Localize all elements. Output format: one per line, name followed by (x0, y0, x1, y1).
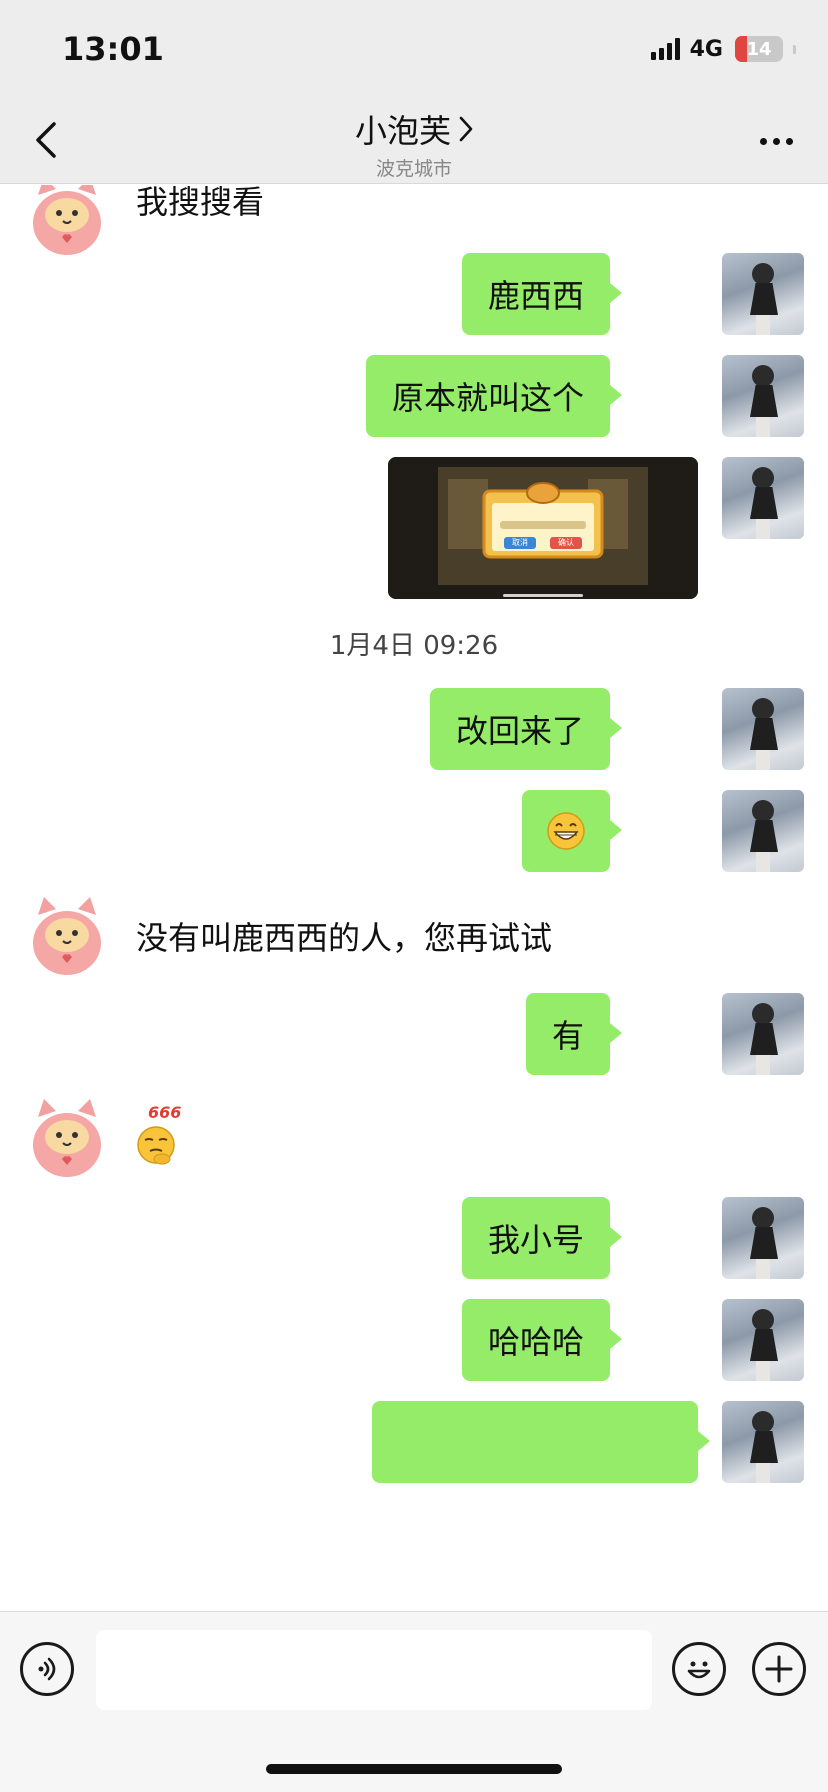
contact-subtitle: 波克城市 (375, 158, 452, 180)
cat-avatar[interactable] (24, 185, 110, 259)
signal-icon (650, 38, 680, 60)
message-bubble[interactable]: 有 (525, 993, 623, 1075)
message-sent: 哈哈哈 (0, 1299, 828, 1381)
more-icon-dot (759, 137, 767, 145)
cat-avatar[interactable] (24, 893, 110, 979)
message-text: 改回来了 (455, 712, 584, 750)
message-bubble[interactable]: 我小号 (461, 1197, 623, 1279)
plus-icon (765, 1655, 793, 1683)
back-icon (36, 122, 56, 158)
user-avatar[interactable] (722, 993, 804, 1075)
image-message[interactable]: 取消 确认 (388, 457, 698, 599)
voice-icon (38, 1657, 56, 1681)
message-text[interactable]: 没有叫鹿西西的人，您再试试 (136, 913, 552, 959)
666-thinking-emoji[interactable]: 666 (134, 1103, 198, 1165)
user-avatar[interactable] (722, 355, 804, 437)
more-icon-dot (772, 137, 780, 145)
sticker-666-label: 666 (148, 1103, 182, 1122)
message-text: 原本就叫这个 (391, 379, 584, 417)
chat-header: 小泡芙 波克城市 (0, 100, 828, 184)
user-avatar[interactable] (722, 790, 804, 872)
battery-icon: 14 (735, 36, 783, 62)
message-bubble[interactable] (522, 790, 622, 872)
message-text[interactable]: 我搜搜看 (136, 185, 264, 223)
message-text: 鹿西西 (487, 277, 584, 315)
cat-avatar[interactable] (24, 1095, 110, 1181)
dialog-cancel-label: 取消 (512, 538, 528, 547)
battery-fill (735, 36, 747, 62)
battery-cap (793, 44, 796, 54)
message-sent: 我小号 (0, 1197, 828, 1279)
emoji-icon (687, 1661, 711, 1679)
message-text: 哈哈哈 (487, 1323, 584, 1361)
user-avatar[interactable] (722, 1299, 804, 1381)
chevron-right-icon (459, 116, 473, 142)
message-text: 我小号 (487, 1221, 584, 1259)
status-time: 13:01 (62, 30, 164, 68)
status-bar: 13:01 4G 14 (0, 0, 828, 100)
network-label: 4G (689, 36, 723, 62)
message-bubble[interactable]: 原本就叫这个 (365, 355, 623, 437)
message-sent: 有 (0, 993, 828, 1075)
user-avatar[interactable] (722, 1401, 804, 1483)
voice-button[interactable] (20, 1642, 74, 1696)
message-received: 666 (0, 1095, 828, 1185)
user-avatar[interactable] (722, 1197, 804, 1279)
battery-level: 14 (746, 38, 772, 60)
message-sent: 鹿西西 (0, 253, 828, 335)
message-bubble[interactable]: 鹿西西 (461, 253, 623, 335)
message-sent (0, 790, 828, 872)
message-sent-partial (0, 1401, 828, 1483)
dialog-confirm-label: 确认 (558, 538, 574, 547)
user-avatar[interactable] (722, 688, 804, 770)
message-list[interactable]: 我搜搜看 鹿西西 原本就叫这个 取消 确认 1月4日 09:26 改回来了 没有… (0, 185, 828, 1611)
message-received: 没有叫鹿西西的人，您再试试 (0, 893, 828, 983)
message-text: 有 (551, 1017, 584, 1055)
message-timestamp: 1月4日 09:26 (329, 631, 499, 661)
message-received: 我搜搜看 (0, 185, 828, 263)
chat-title[interactable]: 小泡芙 (355, 106, 473, 152)
game-screenshot-image (388, 457, 698, 599)
thinking-face-icon (137, 1126, 175, 1165)
grin-emoji (547, 812, 585, 850)
more-button[interactable] (754, 126, 798, 156)
emoji-button[interactable] (672, 1642, 726, 1696)
user-avatar[interactable] (722, 457, 804, 539)
contact-name: 小泡芙 (354, 112, 451, 150)
plus-button[interactable] (752, 1642, 806, 1696)
message-bubble[interactable] (372, 1401, 710, 1483)
message-input[interactable] (96, 1630, 652, 1710)
message-bubble[interactable]: 改回来了 (429, 688, 623, 770)
back-button[interactable] (26, 118, 66, 162)
more-icon-dot (785, 137, 793, 145)
message-sent-image: 取消 确认 (0, 457, 828, 599)
message-sent: 原本就叫这个 (0, 355, 828, 437)
message-sent: 改回来了 (0, 688, 828, 770)
chat-title-area[interactable]: 小泡芙 波克城市 (214, 106, 614, 181)
home-indicator[interactable] (266, 1764, 562, 1774)
message-bubble[interactable]: 哈哈哈 (461, 1299, 623, 1381)
status-indicators: 4G 14 (650, 34, 796, 64)
user-avatar[interactable] (722, 253, 804, 335)
